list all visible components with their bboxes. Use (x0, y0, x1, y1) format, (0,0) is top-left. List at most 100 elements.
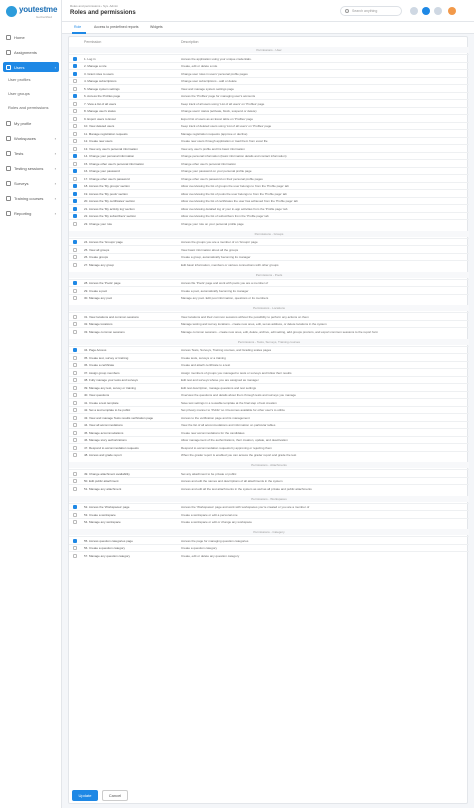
permission-name: 45. Manage accommodations (84, 430, 124, 435)
permission-checkbox[interactable] (73, 322, 77, 326)
permission-checkbox[interactable] (73, 56, 77, 61)
permission-checkbox[interactable] (73, 94, 77, 98)
permission-description: Access the page for managing question ca… (181, 538, 249, 543)
permission-checkbox[interactable] (73, 247, 77, 252)
page-title: Roles and permissions (70, 10, 136, 16)
tab-widgets[interactable]: Widgets (150, 25, 163, 29)
permission-checkbox[interactable] (73, 255, 77, 259)
permission-checkbox[interactable] (73, 101, 77, 106)
permission-name: 37. Assign group members (84, 370, 120, 375)
permission-checkbox[interactable] (73, 146, 77, 151)
permission-checkbox[interactable] (73, 124, 77, 128)
permission-checkbox[interactable] (73, 154, 77, 158)
help-icon[interactable] (422, 7, 430, 15)
permission-description: Allow overviewing the list of groups the… (181, 184, 289, 188)
permission-checkbox[interactable] (73, 438, 77, 442)
permission-checkbox[interactable] (73, 184, 77, 188)
tab-predefined-reports[interactable]: Access to predefined reports (94, 25, 139, 29)
permission-checkbox[interactable] (73, 131, 77, 136)
sidebar-item-my-profile[interactable]: My profile (3, 118, 59, 128)
permission-checkbox[interactable] (73, 176, 77, 181)
sidebar-item-home[interactable]: Home (3, 32, 59, 42)
permission-checkbox[interactable] (73, 240, 77, 244)
logo[interactable]: youtestme GetCertified (6, 5, 58, 21)
permission-checkbox[interactable] (73, 479, 77, 483)
sidebar-item-tests[interactable]: Tests › (3, 148, 59, 158)
permission-checkbox[interactable] (73, 385, 77, 390)
permission-checkbox[interactable] (73, 139, 77, 143)
permission-checkbox[interactable] (73, 348, 77, 352)
table-row: 18. Access the 'My groups' section Allow … (69, 181, 469, 189)
update-button[interactable]: Update (72, 790, 98, 801)
permission-checkbox[interactable] (73, 214, 77, 218)
permission-checkbox[interactable] (73, 191, 77, 196)
cancel-button[interactable]: Cancel (102, 790, 128, 801)
section-header: Permissions - Workspaces (69, 495, 469, 502)
permission-checkbox[interactable] (73, 199, 77, 203)
table-row: 30. Manage any pool Manage any pool. Edit… (69, 293, 469, 301)
permission-checkbox[interactable] (73, 314, 77, 319)
chevron-icon: › (54, 195, 56, 201)
sidebar-item-users[interactable]: Users › (3, 62, 59, 72)
permission-checkbox[interactable] (73, 546, 77, 550)
permission-checkbox[interactable] (73, 378, 77, 382)
sidebar-item-surveys[interactable]: Surveys › (3, 178, 59, 188)
permission-checkbox[interactable] (73, 281, 77, 285)
permission-checkbox[interactable] (73, 363, 77, 367)
sidebar-item-training-courses[interactable]: Training courses › (3, 193, 59, 203)
permission-name: 33. Manage common sessions (84, 329, 125, 334)
permission-checkbox[interactable] (73, 486, 77, 491)
permission-checkbox[interactable] (73, 370, 77, 375)
sidebar-item-workspaces[interactable]: Workspaces › (3, 133, 59, 143)
permission-name: 38. Fully manage your tests and surveys (84, 378, 138, 382)
permission-checkbox[interactable] (73, 221, 77, 226)
table-row: 42. Set a test template to be public Set … (69, 405, 469, 413)
permission-checkbox[interactable] (73, 329, 77, 334)
sidebar-subitem-user-groups[interactable]: User groups (8, 91, 30, 96)
permission-checkbox[interactable] (73, 423, 77, 427)
permission-checkbox[interactable] (73, 471, 77, 476)
permission-checkbox[interactable] (73, 505, 77, 509)
permission-description: View and manage system settings page (181, 86, 234, 91)
permission-checkbox[interactable] (73, 453, 77, 457)
settings-icon[interactable] (434, 7, 442, 15)
notification-icon[interactable] (410, 7, 418, 15)
permission-checkbox[interactable] (73, 296, 77, 300)
permission-checkbox[interactable] (73, 408, 77, 412)
permission-description: Create and attach certificate to a test (181, 363, 231, 367)
permission-checkbox[interactable] (73, 415, 77, 420)
sidebar-subitem-user-profiles[interactable]: User profiles (8, 77, 30, 82)
permission-checkbox[interactable] (73, 161, 77, 166)
permission-checkbox[interactable] (73, 445, 77, 450)
permission-checkbox[interactable] (73, 262, 77, 267)
search-input[interactable]: Search anything (340, 6, 402, 16)
permission-checkbox[interactable] (73, 355, 77, 360)
permission-checkbox[interactable] (73, 288, 77, 293)
permission-checkbox[interactable] (73, 116, 77, 121)
permission-checkbox[interactable] (73, 79, 77, 83)
permission-checkbox[interactable] (73, 206, 77, 211)
permission-checkbox[interactable] (73, 86, 77, 91)
avatar[interactable] (448, 7, 456, 15)
permission-checkbox[interactable] (73, 400, 77, 405)
permission-checkbox[interactable] (73, 512, 77, 517)
permission-description: Set privacy manner to 'Public' so it bec… (181, 408, 285, 412)
permission-checkbox[interactable] (73, 393, 77, 397)
sidebar-item-assignments[interactable]: Assignments (3, 47, 59, 57)
permission-name: 25. View all groups (84, 247, 110, 252)
permission-checkbox[interactable] (73, 71, 77, 76)
permission-checkbox[interactable] (73, 430, 77, 435)
sidebar-subitem-roles-and-permissions[interactable]: Roles and permissions (8, 105, 48, 110)
tab-role[interactable]: Role (74, 25, 81, 29)
sidebar-item-testing-sessions[interactable]: Testing sessions › (3, 163, 59, 173)
permission-checkbox[interactable] (73, 64, 77, 68)
permission-checkbox[interactable] (73, 520, 77, 524)
permission-checkbox[interactable] (73, 538, 77, 543)
permission-checkbox[interactable] (73, 109, 77, 113)
table-row: 48. Access and grade report When the grad… (69, 450, 469, 458)
permission-checkbox[interactable] (73, 169, 77, 173)
breadcrumb[interactable]: Roles and permissions › Sys. Admin (70, 4, 118, 8)
permission-name: 13. View any user's personal information (84, 146, 138, 151)
sidebar-item-reporting[interactable]: Reporting › (3, 208, 59, 218)
permission-checkbox[interactable] (73, 553, 77, 558)
